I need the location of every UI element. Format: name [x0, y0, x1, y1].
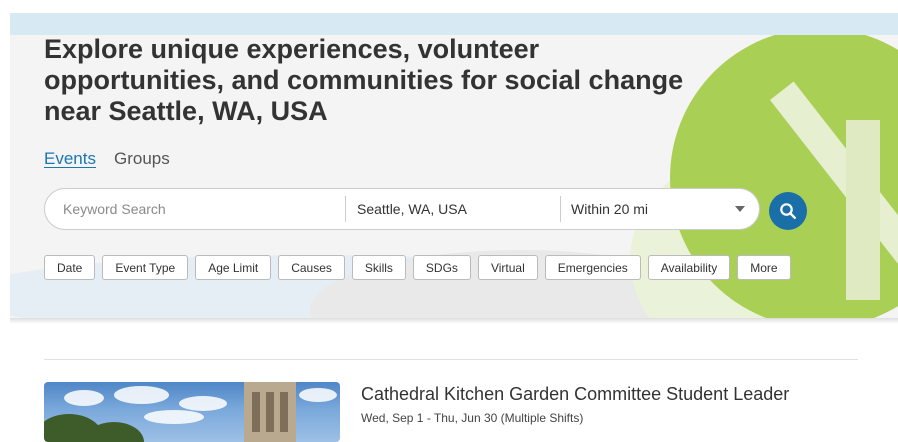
tower-window: [266, 392, 274, 432]
decorative-bar: [846, 120, 880, 300]
search-bar: Seattle, WA, USA Within 20 mi: [44, 188, 760, 230]
thumbnail-cloud: [144, 410, 204, 424]
location-field[interactable]: Seattle, WA, USA: [346, 189, 560, 229]
filter-age-limit[interactable]: Age Limit: [195, 255, 272, 280]
filter-sdgs[interactable]: SDGs: [412, 255, 471, 280]
filter-virtual[interactable]: Virtual: [477, 255, 538, 280]
filter-causes[interactable]: Causes: [278, 255, 345, 280]
thumbnail-cloud: [64, 390, 104, 406]
filter-availability[interactable]: Availability: [647, 255, 731, 280]
tower-window: [252, 392, 260, 432]
tab-groups[interactable]: Groups: [114, 149, 170, 169]
filter-emergencies[interactable]: Emergencies: [544, 255, 641, 280]
thumbnail-tower: [244, 382, 296, 442]
tab-bar: Events Groups: [44, 149, 170, 169]
thumbnail-cloud: [299, 388, 337, 402]
thumbnail-cloud: [179, 396, 227, 411]
section-divider: [44, 359, 858, 360]
filter-more[interactable]: More: [737, 255, 791, 280]
search-button[interactable]: [769, 192, 807, 230]
keyword-search-input[interactable]: [61, 200, 331, 218]
page-title: Explore unique experiences, volunteer op…: [44, 34, 684, 126]
filter-date[interactable]: Date: [44, 255, 96, 280]
top-banner-strip: [10, 13, 898, 35]
filter-bar: Date Event Type Age Limit Causes Skills …: [44, 255, 791, 280]
event-title-link[interactable]: Cathedral Kitchen Garden Committee Stude…: [361, 384, 789, 405]
hero-bottom-shadow: [10, 318, 898, 324]
event-thumbnail[interactable]: [44, 382, 340, 442]
chevron-down-icon: [735, 206, 745, 212]
filter-skills[interactable]: Skills: [351, 255, 406, 280]
distance-select[interactable]: Within 20 mi: [561, 189, 759, 229]
tab-events[interactable]: Events: [44, 149, 96, 169]
keyword-search-segment: [45, 189, 345, 229]
location-value: Seattle, WA, USA: [357, 201, 467, 217]
tower-window: [280, 392, 288, 432]
event-date: Wed, Sep 1 - Thu, Jun 30 (Multiple Shift…: [361, 411, 584, 425]
distance-value: Within 20 mi: [571, 201, 649, 217]
filter-event-type[interactable]: Event Type: [102, 255, 189, 280]
search-icon: [780, 203, 797, 220]
thumbnail-cloud: [114, 386, 169, 404]
